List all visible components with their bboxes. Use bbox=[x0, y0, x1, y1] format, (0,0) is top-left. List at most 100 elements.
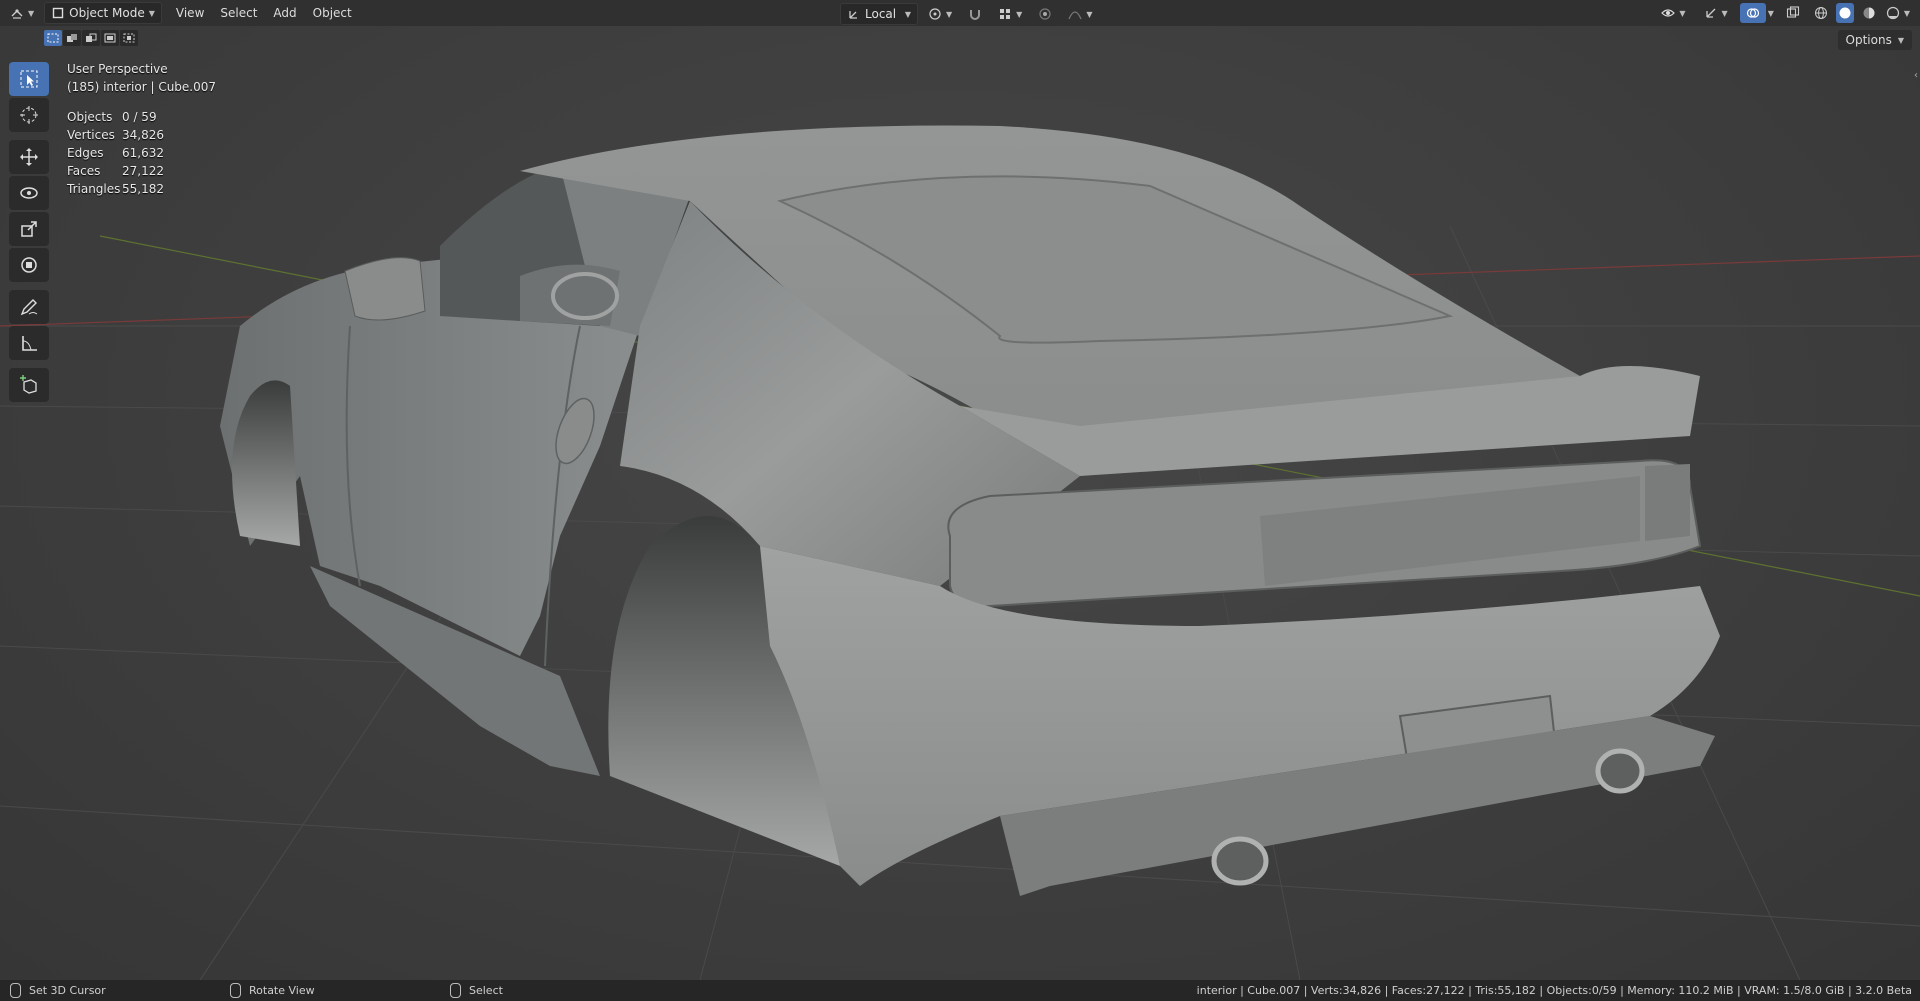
shading-rendered[interactable] bbox=[1884, 3, 1902, 23]
rotate-icon bbox=[20, 187, 38, 199]
stat-label: Faces bbox=[67, 164, 101, 178]
wireframe-sphere-icon bbox=[1814, 6, 1828, 20]
options-label: Options bbox=[1845, 33, 1892, 47]
stat-vertices: Vertices 34,826 bbox=[67, 126, 216, 144]
overlays-button[interactable] bbox=[1739, 3, 1766, 23]
editor-type-button[interactable]: ▼ bbox=[4, 3, 40, 23]
stat-faces: Faces 27,122 bbox=[67, 162, 216, 180]
chevron-down-icon: ▼ bbox=[904, 9, 911, 19]
transform-tool[interactable] bbox=[9, 248, 49, 282]
stat-value: 34,826 bbox=[122, 128, 164, 142]
mouse-middle-icon bbox=[230, 983, 241, 998]
select-mode-row bbox=[44, 30, 138, 46]
viewport-header: ▼ Object Mode ▼ View Select Add Object L… bbox=[0, 0, 1920, 26]
menu-add[interactable]: Add bbox=[265, 3, 304, 23]
stat-value: 61,632 bbox=[122, 146, 164, 160]
select-extend-button[interactable] bbox=[63, 30, 81, 46]
annotate-icon bbox=[20, 299, 38, 316]
chevron-down-icon[interactable]: ▼ bbox=[1904, 9, 1910, 18]
status-bar: Set 3D Cursor Rotate View Select interio… bbox=[0, 980, 1920, 1001]
hint-set-cursor: Set 3D Cursor bbox=[10, 983, 220, 998]
active-object-info: (185) interior | Cube.007 bbox=[67, 80, 217, 94]
menu-view[interactable]: View bbox=[168, 3, 212, 23]
3d-viewport-icon bbox=[10, 6, 24, 20]
rendered-sphere-icon bbox=[1886, 6, 1900, 20]
falloff-button[interactable]: ▼ bbox=[1062, 4, 1098, 24]
chevron-down-icon: ▼ bbox=[946, 9, 953, 19]
gizmo-button[interactable]: ▼ bbox=[1698, 3, 1734, 23]
select-invert-icon bbox=[104, 33, 116, 43]
proportional-edit-toggle[interactable] bbox=[1032, 4, 1058, 24]
car-model[interactable] bbox=[220, 125, 1720, 896]
stat-label: Edges bbox=[67, 146, 104, 160]
cursor-icon bbox=[20, 106, 38, 124]
visibility-button[interactable]: ▼ bbox=[1655, 3, 1691, 23]
select-intersect-icon bbox=[123, 33, 135, 43]
stat-value: 0 / 59 bbox=[122, 110, 157, 124]
cursor-tool[interactable] bbox=[9, 98, 49, 132]
hint-label: Rotate View bbox=[249, 984, 315, 997]
transform-orientation-dropdown[interactable]: Local ▼ bbox=[840, 3, 918, 25]
xray-icon bbox=[1786, 6, 1800, 20]
stat-label: Triangles bbox=[67, 182, 121, 196]
stat-label: Vertices bbox=[67, 128, 115, 142]
select-subtract-button[interactable] bbox=[82, 30, 100, 46]
add-cube-icon bbox=[20, 375, 37, 394]
move-tool[interactable] bbox=[9, 140, 49, 174]
overlays-icon bbox=[1746, 6, 1760, 20]
3d-viewport[interactable]: Options ▼ ‹ User Perspective (185) inter… bbox=[0, 26, 1920, 980]
scene-status-info: interior | Cube.007 | Verts:34,826 | Fac… bbox=[1196, 984, 1912, 997]
pivot-point-button[interactable]: ▼ bbox=[922, 4, 958, 24]
shading-wireframe[interactable] bbox=[1812, 3, 1830, 23]
chevron-down-icon: ▼ bbox=[1897, 35, 1904, 45]
snap-grid-icon bbox=[998, 7, 1012, 21]
add-cube-tool[interactable] bbox=[9, 368, 49, 402]
shading-solid[interactable] bbox=[1835, 3, 1854, 23]
select-subtract-icon bbox=[86, 33, 97, 42]
select-new-button[interactable] bbox=[44, 30, 62, 46]
falloff-icon bbox=[1068, 7, 1082, 21]
solid-sphere-icon bbox=[1838, 6, 1852, 20]
chevron-down-icon[interactable]: ▼ bbox=[1768, 9, 1774, 18]
stat-edges: Edges 61,632 bbox=[67, 144, 216, 162]
select-intersect-button[interactable] bbox=[120, 30, 138, 46]
gizmo-icon bbox=[1704, 6, 1718, 20]
tool-shelf bbox=[9, 62, 49, 404]
mode-label: Object Mode bbox=[69, 6, 145, 20]
chevron-down-icon: ▼ bbox=[1721, 8, 1728, 18]
stat-label: Objects bbox=[67, 110, 113, 124]
snap-target-button[interactable]: ▼ bbox=[992, 4, 1028, 24]
xray-toggle[interactable] bbox=[1780, 3, 1806, 23]
select-invert-button[interactable] bbox=[101, 30, 119, 46]
select-box-tool[interactable] bbox=[9, 62, 49, 96]
hint-label: Select bbox=[469, 984, 503, 997]
hint-rotate-view: Rotate View bbox=[230, 983, 440, 998]
scene-statistics: Objects 0 / 59 Vertices 34,826 Edges 61,… bbox=[67, 108, 216, 198]
shading-material[interactable] bbox=[1860, 3, 1878, 23]
sidebar-toggle-icon[interactable]: ‹ bbox=[1914, 70, 1918, 81]
chevron-down-icon: ▼ bbox=[28, 8, 35, 18]
stat-objects: Objects 0 / 59 bbox=[67, 108, 216, 126]
mouse-left-icon bbox=[450, 983, 461, 998]
scale-tool[interactable] bbox=[9, 212, 49, 246]
orientation-icon bbox=[847, 7, 861, 21]
measure-tool[interactable] bbox=[9, 326, 49, 360]
pivot-icon bbox=[928, 7, 942, 21]
stat-value: 27,122 bbox=[122, 164, 164, 178]
rotate-tool[interactable] bbox=[9, 176, 49, 210]
scene-render bbox=[0, 125, 1920, 980]
menu-select[interactable]: Select bbox=[212, 3, 265, 23]
object-mode-icon bbox=[51, 6, 65, 20]
chevron-down-icon: ▼ bbox=[148, 8, 155, 18]
transform-orientation-label: Local bbox=[865, 7, 897, 21]
stat-value: 55,182 bbox=[122, 182, 164, 196]
chevron-down-icon: ▼ bbox=[1679, 8, 1686, 18]
menu-object[interactable]: Object bbox=[305, 3, 360, 23]
move-icon bbox=[20, 148, 38, 166]
annotate-tool[interactable] bbox=[9, 290, 49, 324]
mode-dropdown[interactable]: Object Mode ▼ bbox=[44, 2, 162, 24]
snap-toggle[interactable] bbox=[962, 4, 988, 24]
eye-icon bbox=[1661, 6, 1676, 20]
options-dropdown[interactable]: Options ▼ bbox=[1837, 30, 1912, 50]
select-box-icon bbox=[20, 70, 38, 88]
